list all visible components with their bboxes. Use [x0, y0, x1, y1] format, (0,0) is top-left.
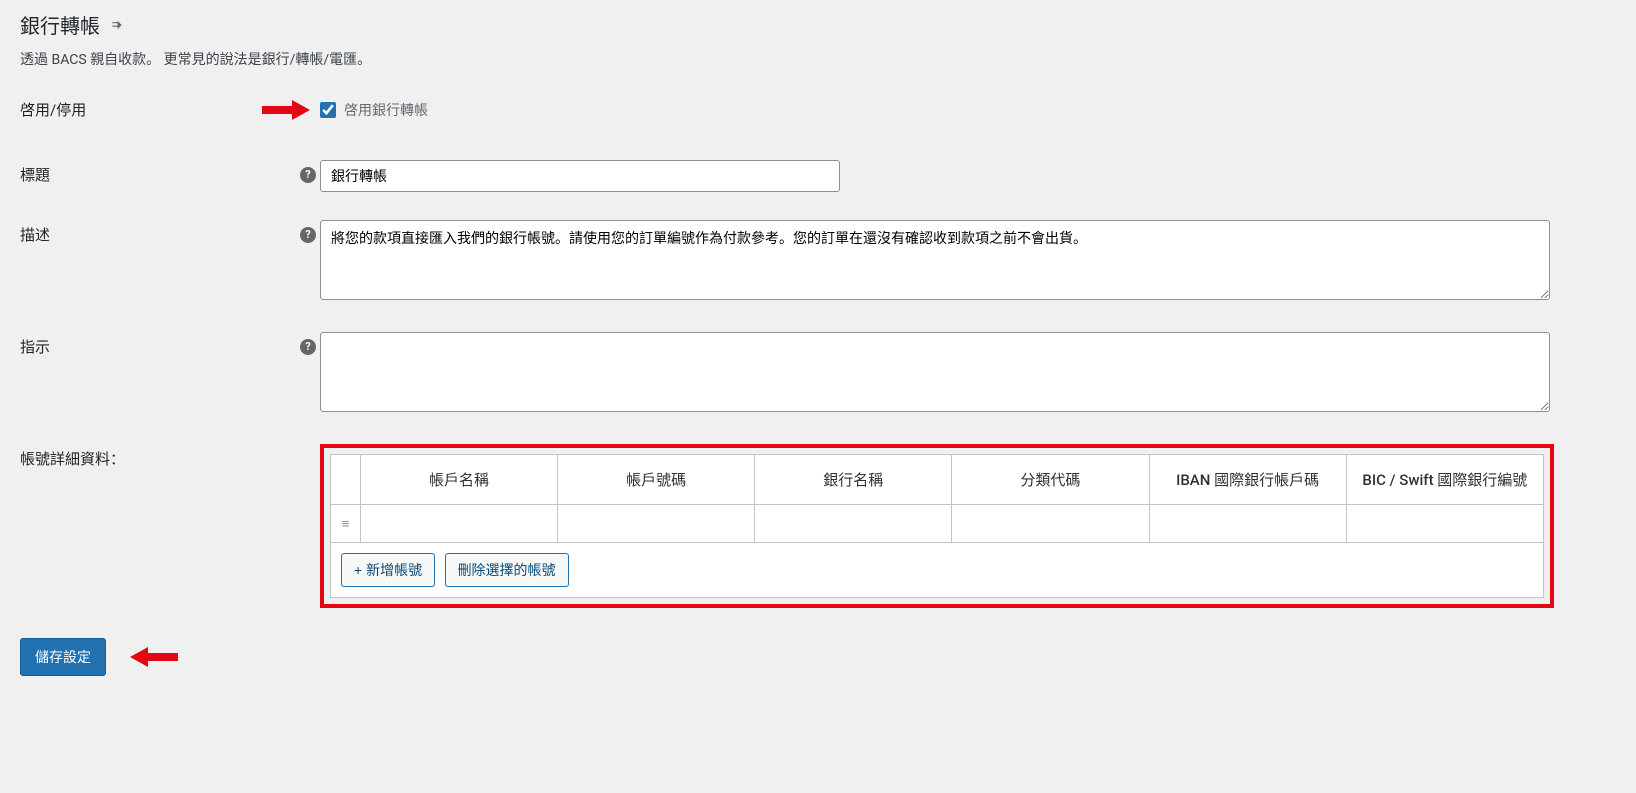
- sort-header: [331, 455, 361, 505]
- settings-form: 啓用/停用 啓用銀行轉帳 標題 ? 描述 ? 將您的款項直接匯入我們的銀行帳號。…: [20, 99, 1616, 608]
- accounts-box: 帳戶名稱 帳戶號碼 銀行名稱 分類代碼 IBAN 國際銀行帳戶碼 BIC / S…: [320, 444, 1554, 608]
- th-bic: BIC / Swift 國際銀行編號: [1346, 455, 1543, 505]
- table-row: ≡: [331, 505, 1544, 543]
- title-label: 標題: [20, 164, 50, 185]
- description-field: 將您的款項直接匯入我們的銀行帳號。請使用您的訂單編號作為付款參考。您的訂單在還沒…: [320, 220, 1616, 304]
- save-row: 儲存設定: [20, 638, 1616, 676]
- sort-code-input[interactable]: [952, 505, 1148, 542]
- title-label-col: 標題 ?: [20, 160, 320, 185]
- arrow-right-icon: [262, 102, 310, 118]
- th-account-name: 帳戶名稱: [361, 455, 558, 505]
- account-name-input[interactable]: [361, 505, 557, 542]
- help-icon[interactable]: ?: [300, 339, 316, 355]
- th-bank-name: 銀行名稱: [755, 455, 952, 505]
- instructions-label-col: 指示 ?: [20, 332, 320, 357]
- accounts-label: 帳號詳細資料：: [20, 448, 125, 469]
- save-button[interactable]: 儲存設定: [20, 638, 106, 676]
- accounts-label-col: 帳號詳細資料：: [20, 444, 320, 469]
- description-textarea[interactable]: 將您的款項直接匯入我們的銀行帳號。請使用您的訂單編號作為付款參考。您的訂單在還沒…: [320, 220, 1550, 300]
- title-field: [320, 160, 1616, 192]
- instructions-row: 指示 ?: [20, 332, 1616, 416]
- enable-field: 啓用銀行轉帳: [320, 100, 1616, 120]
- enable-checkbox-wrap[interactable]: 啓用銀行轉帳: [320, 100, 1616, 120]
- enable-label: 啓用/停用: [20, 99, 86, 120]
- instructions-textarea[interactable]: [320, 332, 1550, 412]
- instructions-field: [320, 332, 1616, 416]
- arrow-left-icon: [130, 649, 178, 665]
- title-input[interactable]: [320, 160, 840, 192]
- page-subtitle: 透過 BACS 親自收款。 更常見的說法是銀行/轉帳/電匯。: [20, 49, 1616, 69]
- th-sort-code: 分類代碼: [952, 455, 1149, 505]
- account-number-input[interactable]: [558, 505, 754, 542]
- title-row: 標題 ?: [20, 160, 1616, 192]
- accounts-table: 帳戶名稱 帳戶號碼 銀行名稱 分類代碼 IBAN 國際銀行帳戶碼 BIC / S…: [330, 454, 1544, 598]
- enable-checkbox[interactable]: [320, 102, 336, 118]
- description-label-col: 描述 ?: [20, 220, 320, 245]
- add-account-button[interactable]: + 新增帳號: [341, 553, 435, 587]
- back-link-icon[interactable]: [110, 13, 124, 37]
- help-icon[interactable]: ?: [300, 227, 316, 243]
- th-iban: IBAN 國際銀行帳戶碼: [1149, 455, 1346, 505]
- bic-input[interactable]: [1347, 505, 1543, 542]
- accounts-field: 帳戶名稱 帳戶號碼 銀行名稱 分類代碼 IBAN 國際銀行帳戶碼 BIC / S…: [320, 444, 1616, 608]
- iban-input[interactable]: [1150, 505, 1346, 542]
- enable-label-col: 啓用/停用: [20, 99, 320, 120]
- th-account-number: 帳戶號碼: [558, 455, 755, 505]
- page-title: 銀行轉帳: [20, 10, 1616, 39]
- enable-checkbox-label: 啓用銀行轉帳: [344, 100, 428, 120]
- remove-account-button[interactable]: 刪除選擇的帳號: [445, 553, 569, 587]
- page-title-text: 銀行轉帳: [20, 10, 100, 39]
- instructions-label: 指示: [20, 336, 50, 357]
- enable-row: 啓用/停用 啓用銀行轉帳: [20, 99, 1616, 120]
- accounts-row: 帳號詳細資料： 帳戶名稱 帳戶號碼 銀行名稱 分類代碼 IBAN 國際銀行帳戶碼…: [20, 444, 1616, 608]
- description-row: 描述 ? 將您的款項直接匯入我們的銀行帳號。請使用您的訂單編號作為付款參考。您的…: [20, 220, 1616, 304]
- bank-name-input[interactable]: [755, 505, 951, 542]
- drag-handle[interactable]: ≡: [331, 505, 361, 543]
- hamburger-icon: ≡: [342, 517, 350, 532]
- help-icon[interactable]: ?: [300, 167, 316, 183]
- description-label: 描述: [20, 224, 50, 245]
